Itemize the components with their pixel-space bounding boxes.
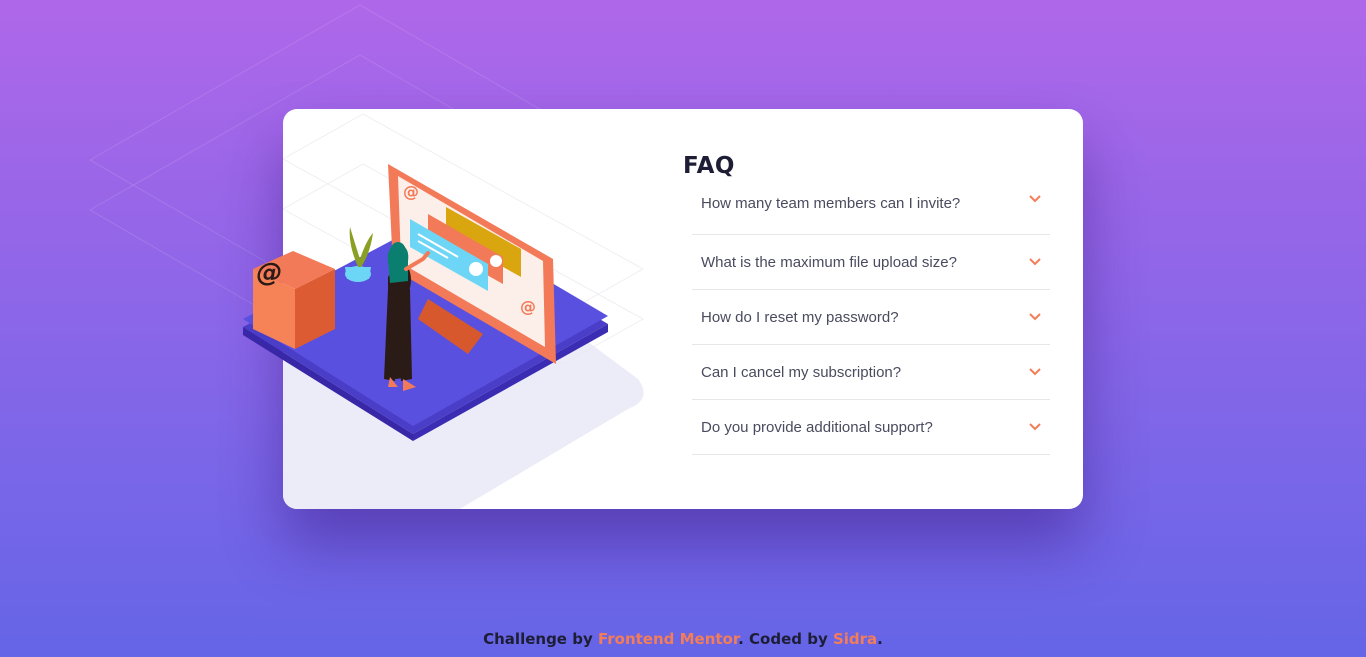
author-link[interactable]: Sidra	[833, 630, 877, 648]
svg-text:@: @	[403, 182, 419, 201]
faq-title: FAQ	[683, 153, 735, 179]
faq-question-item[interactable]: Do you provide additional support?	[692, 400, 1050, 455]
chevron-down-icon[interactable]	[1029, 368, 1041, 376]
faq-question-item[interactable]: What is the maximum file upload size?	[692, 235, 1050, 290]
svg-text:@: @	[520, 297, 536, 316]
footer-prefix: Challenge by	[483, 630, 598, 648]
faq-question-text: Do you provide additional support?	[701, 418, 933, 436]
faq-question-item[interactable]: Can I cancel my subscription?	[692, 345, 1050, 400]
faq-question-text: How many team members can I invite?	[701, 195, 961, 212]
chevron-down-icon[interactable]	[1029, 423, 1041, 431]
faq-question-item[interactable]: How many team members can I invite?	[692, 195, 1050, 235]
chevron-down-icon[interactable]	[1029, 195, 1041, 203]
faq-question-item[interactable]: How do I reset my password?	[692, 290, 1050, 345]
faq-card: @ @ @ FAQ How many team members can I in…	[243, 109, 1083, 509]
woman-at-computer-illustration: @ @ @	[243, 164, 608, 441]
attribution-footer: Challenge by Frontend Mentor. Coded by S…	[0, 630, 1366, 648]
footer-suffix: .	[877, 630, 883, 648]
chevron-down-icon[interactable]	[1029, 258, 1041, 266]
faq-question-text: What is the maximum file upload size?	[701, 253, 957, 271]
faq-section: FAQ How many team members can I invite? …	[683, 153, 1050, 455]
frontend-mentor-link[interactable]: Frontend Mentor	[598, 630, 738, 648]
footer-middle: . Coded by	[738, 630, 833, 648]
chevron-down-icon[interactable]	[1029, 313, 1041, 321]
svg-text:@: @	[254, 258, 285, 288]
faq-question-text: How do I reset my password?	[701, 308, 899, 326]
faq-question-text: Can I cancel my subscription?	[701, 363, 902, 381]
